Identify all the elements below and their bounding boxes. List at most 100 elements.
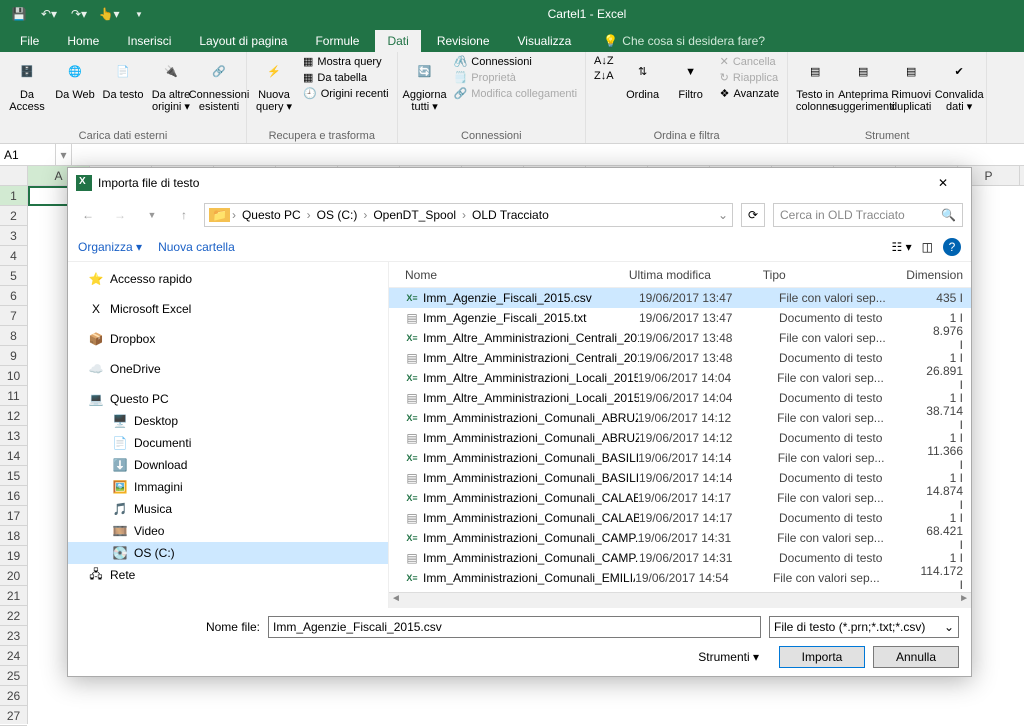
forward-button[interactable]: → [108,203,132,227]
sort-az-button[interactable]: A↓Z [590,54,618,68]
file-list-header[interactable]: Nome Ultima modifica Tipo Dimension [389,262,971,288]
sort-za-button[interactable]: Z↓A [590,69,618,83]
row-header[interactable]: 18 [0,526,27,546]
redo-icon[interactable]: ↷▾ [68,3,90,25]
file-row[interactable]: X≡Imm_Altre_Amministrazioni_Centrali_201… [389,328,971,348]
row-header[interactable]: 12 [0,406,27,426]
tree-item[interactable]: XMicrosoft Excel [68,298,388,320]
recent-locations-icon[interactable]: ▼ [140,203,164,227]
tab-inserisci[interactable]: Inserisci [115,30,183,52]
search-input[interactable]: Cerca in OLD Tracciato 🔍 [773,203,963,227]
data-validation-button[interactable]: ✔Convalida dati ▾ [936,54,982,115]
file-row[interactable]: X≡Imm_Agenzie_Fiscali_2015.csv19/06/2017… [389,288,971,308]
tree-item[interactable]: 📦Dropbox [68,328,388,350]
clear-filter-button[interactable]: ✕Cancella [716,54,784,69]
row-header[interactable]: 1 [0,186,27,206]
tab-formule[interactable]: Formule [303,30,371,52]
flash-fill-button[interactable]: ▤Anteprima suggerimenti [840,54,886,115]
row-header[interactable]: 14 [0,446,27,466]
tree-item[interactable]: ☁️OneDrive [68,358,388,380]
file-row[interactable]: X≡Imm_Amministrazioni_Comunali_BASILI...… [389,448,971,468]
row-header[interactable]: 20 [0,566,27,586]
file-row[interactable]: ▤Imm_Altre_Amministrazioni_Locali_2015..… [389,388,971,408]
file-row[interactable]: ▤Imm_Amministrazioni_Comunali_BASILI...1… [389,468,971,488]
name-box-dropdown-icon[interactable]: ▾ [56,144,72,165]
tree-item[interactable]: 💻Questo PC [68,388,388,410]
col-date[interactable]: Ultima modifica [629,268,763,282]
qat-customize-icon[interactable]: ▼ [128,3,150,25]
cancel-button[interactable]: Annulla [873,646,959,668]
refresh-all-button[interactable]: 🔄Aggiorna tutti ▾ [402,54,448,115]
undo-icon[interactable]: ↶▾ [38,3,60,25]
name-box[interactable]: A1 [0,144,56,165]
col-type[interactable]: Tipo [763,268,907,282]
breadcrumb[interactable]: 📁 › Questo PC› OS (C:)› OpenDT_Spool› OL… [204,203,733,227]
file-row[interactable]: X≡Imm_Amministrazioni_Comunali_CALAB...1… [389,488,971,508]
tab-visualizza[interactable]: Visualizza [506,30,584,52]
file-row[interactable]: X≡Imm_Amministrazioni_Comunali_CAMP...19… [389,528,971,548]
file-type-filter[interactable]: File di testo (*.prn;*.txt;*.csv)⌄ [769,616,959,638]
reapply-button[interactable]: ↻Riapplica [716,70,784,85]
from-text-button[interactable]: 📄Da testo [100,54,146,103]
tab-dati[interactable]: Dati [375,30,420,52]
show-queries-button[interactable]: ▦Mostra query [299,54,393,69]
from-table-button[interactable]: ▦Da tabella [299,70,393,85]
save-icon[interactable]: 💾 [8,3,30,25]
tree-item[interactable]: 📄Documenti [68,432,388,454]
tree-item[interactable]: ⭐Accesso rapido [68,268,388,290]
recent-sources-button[interactable]: 🕘Origini recenti [299,86,393,101]
filename-input[interactable] [268,616,761,638]
row-header[interactable]: 6 [0,286,27,306]
row-header[interactable]: 11 [0,386,27,406]
row-header[interactable]: 19 [0,546,27,566]
file-row[interactable]: ▤Imm_Amministrazioni_Comunali_CAMP...19/… [389,548,971,568]
from-other-button[interactable]: 🔌Da altre origini ▾ [148,54,194,115]
tell-me[interactable]: 💡 Che cosa si desidera fare? [603,34,765,52]
connections-button[interactable]: 🖇️Connessioni [450,54,581,69]
file-row[interactable]: X≡Imm_Altre_Amministrazioni_Locali_2015.… [389,368,971,388]
nav-tree[interactable]: ⭐Accesso rapido XMicrosoft Excel 📦Dropbox ☁… [68,262,388,608]
horizontal-scrollbar[interactable] [389,592,971,608]
row-header[interactable]: 27 [0,706,27,726]
row-header[interactable]: 15 [0,466,27,486]
row-header[interactable]: 17 [0,506,27,526]
row-header[interactable]: 21 [0,586,27,606]
tab-layout[interactable]: Layout di pagina [187,30,299,52]
col-size[interactable]: Dimension [906,268,971,282]
tree-item[interactable]: 🖼️Immagini [68,476,388,498]
back-button[interactable]: ← [76,203,100,227]
tree-item[interactable]: 🎵Musica [68,498,388,520]
tools-menu[interactable]: Strumenti ▾ [698,650,759,664]
tree-item[interactable]: 🖥️Desktop [68,410,388,432]
formula-bar[interactable] [72,144,1024,165]
file-row[interactable]: ▤Imm_Amministrazioni_Comunali_CALAB...19… [389,508,971,528]
chevron-down-icon[interactable]: ⌄ [718,208,728,222]
file-row[interactable]: X≡Imm_Amministrazioni_Comunali_ABRUZ...1… [389,408,971,428]
tab-home[interactable]: Home [55,30,111,52]
filter-button[interactable]: ▼Filtro [668,54,714,103]
tab-revisione[interactable]: Revisione [425,30,502,52]
row-header[interactable]: 16 [0,486,27,506]
row-header[interactable]: 25 [0,666,27,686]
row-header[interactable]: 8 [0,326,27,346]
close-button[interactable]: ✕ [923,171,963,195]
row-header[interactable]: 10 [0,366,27,386]
row-header[interactable]: 26 [0,686,27,706]
from-web-button[interactable]: 🌐Da Web [52,54,98,103]
remove-duplicates-button[interactable]: ▤Rimuovi duplicati [888,54,934,115]
sort-button[interactable]: ⇅Ordina [620,54,666,103]
touch-mode-icon[interactable]: 👆▾ [98,3,120,25]
tree-item[interactable]: 💽OS (C:) [68,542,388,564]
row-header[interactable]: 2 [0,206,27,226]
organize-button[interactable]: Organizza ▾ [78,240,142,254]
file-row[interactable]: X≡Imm_Amministrazioni_Comunali_EMILIA...… [389,568,971,588]
import-button[interactable]: Importa [779,646,865,668]
from-access-button[interactable]: 🗄️Da Access [4,54,50,115]
row-header[interactable]: 7 [0,306,27,326]
col-name[interactable]: Nome [389,268,629,282]
tree-item[interactable]: ⬇️Download [68,454,388,476]
row-header[interactable]: 3 [0,226,27,246]
row-header[interactable]: 9 [0,346,27,366]
edit-links-button[interactable]: 🔗Modifica collegamenti [450,86,581,101]
file-row[interactable]: ▤Imm_Amministrazioni_Comunali_ABRUZ...19… [389,428,971,448]
